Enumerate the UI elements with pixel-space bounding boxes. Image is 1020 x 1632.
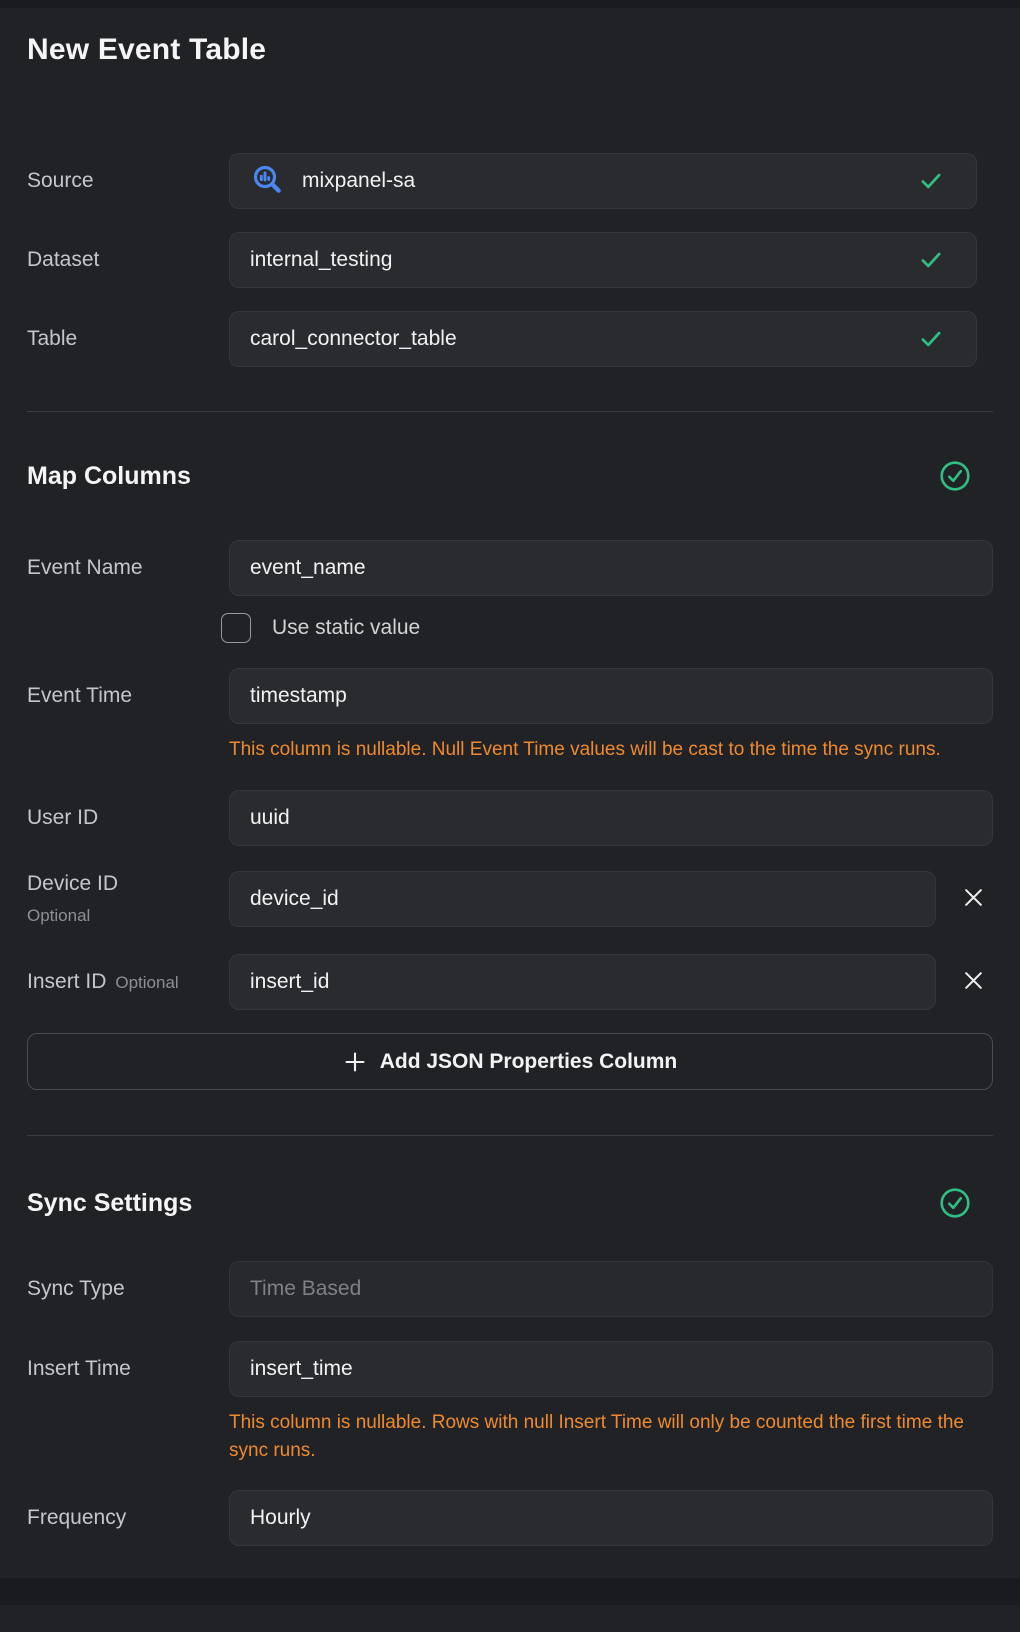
sync-type-input: Time Based [229,1261,993,1317]
plus-icon [343,1050,367,1074]
section-complete-icon [939,460,971,492]
device-id-label: Device ID [27,871,229,897]
static-value-checkbox-label: Use static value [272,616,420,640]
insert-time-row: Insert Time insert_time [27,1341,993,1397]
table-select[interactable]: carol_connector_table [229,311,977,367]
source-row: Source mixpanel-sa [27,153,993,209]
event-time-warning: This column is nullable. Null Event Time… [229,736,974,764]
add-json-properties-button[interactable]: Add JSON Properties Column [27,1033,993,1090]
section-divider [27,1135,993,1136]
device-id-input[interactable]: device_id [229,871,936,927]
x-icon [962,886,985,912]
frequency-value: Hourly [250,1506,311,1530]
source-value: mixpanel-sa [302,169,415,193]
valid-check-icon [918,326,944,352]
insert-id-value: insert_id [250,970,329,994]
frequency-label: Frequency [27,1506,229,1530]
event-time-input[interactable]: timestamp [229,668,993,724]
table-value: carol_connector_table [250,327,457,351]
top-edge-strip [0,0,1020,8]
sync-type-row: Sync Type Time Based [27,1261,993,1317]
device-id-value: device_id [250,887,339,911]
remove-insert-id-button[interactable] [955,964,991,1000]
insert-time-input[interactable]: insert_time [229,1341,993,1397]
device-id-row: Device ID Optional device_id [27,870,993,927]
event-time-value: timestamp [250,684,347,708]
static-value-row: Use static value [221,613,993,643]
x-icon [962,969,985,995]
insert-id-optional-tag: Optional [115,973,178,993]
sync-settings-heading: Sync Settings [27,1189,192,1218]
sync-settings-header: Sync Settings [27,1185,993,1221]
valid-check-icon [918,168,944,194]
dataset-select[interactable]: internal_testing [229,232,977,288]
frequency-row: Frequency Hourly [27,1490,993,1546]
dataset-row: Dataset internal_testing [27,232,993,288]
event-time-label: Event Time [27,684,229,708]
add-json-properties-label: Add JSON Properties Column [380,1050,678,1074]
table-label: Table [27,327,229,351]
bottom-edge-strip [0,1578,1020,1605]
dataset-label: Dataset [27,248,229,272]
user-id-input[interactable]: uuid [229,790,993,846]
event-name-input[interactable]: event_name [229,540,993,596]
user-id-label: User ID [27,806,229,830]
insert-time-value: insert_time [250,1357,353,1381]
mixpanel-source-icon [250,163,286,199]
insert-id-row: Insert ID Optional insert_id [27,954,993,1010]
insert-id-label: Insert ID [27,970,106,994]
source-select[interactable]: mixpanel-sa [229,153,977,209]
dataset-value: internal_testing [250,248,392,272]
device-id-optional-tag: Optional [27,905,229,927]
user-id-value: uuid [250,806,290,830]
frequency-select[interactable]: Hourly [229,1490,993,1546]
source-label: Source [27,169,229,193]
user-id-row: User ID uuid [27,790,993,846]
event-name-label: Event Name [27,556,229,580]
valid-check-icon [918,247,944,273]
map-columns-heading: Map Columns [27,462,191,491]
event-time-row: Event Time timestamp [27,668,993,724]
page-title: New Event Table [27,28,993,72]
insert-time-label: Insert Time [27,1357,229,1381]
event-name-row: Event Name event_name [27,540,993,596]
section-complete-icon [939,1187,971,1219]
sync-type-label: Sync Type [27,1277,229,1301]
insert-id-input[interactable]: insert_id [229,954,936,1010]
map-columns-header: Map Columns [27,458,993,494]
section-divider [27,411,993,412]
static-value-checkbox[interactable] [221,613,251,643]
table-row: Table carol_connector_table [27,311,993,367]
sync-type-value: Time Based [250,1277,361,1301]
insert-time-warning: This column is nullable. Rows with null … [229,1409,974,1465]
event-name-value: event_name [250,556,366,580]
remove-device-id-button[interactable] [955,881,991,917]
